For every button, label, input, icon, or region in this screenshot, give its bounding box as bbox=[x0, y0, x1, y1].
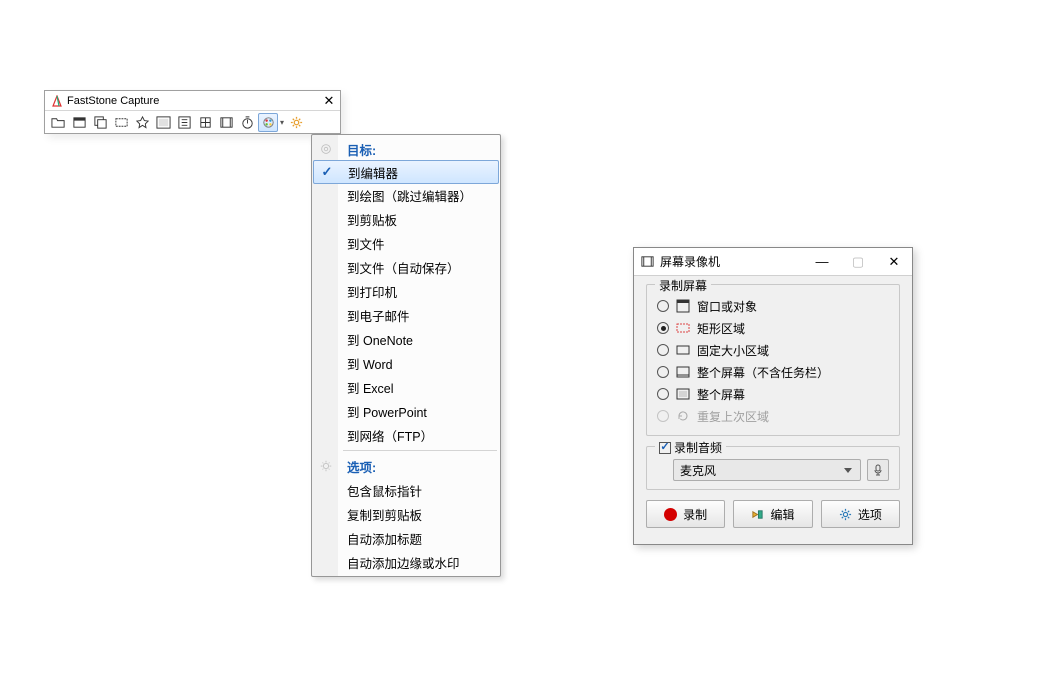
record-icon bbox=[664, 508, 677, 521]
rect-solid-icon bbox=[676, 343, 690, 357]
fullscreen-icon[interactable] bbox=[153, 113, 173, 132]
edit-button[interactable]: 编辑 bbox=[733, 500, 812, 528]
chevron-down-icon: ▾ bbox=[280, 118, 284, 127]
menu-item-file-autosave[interactable]: 到文件（自动保存） bbox=[313, 255, 499, 279]
settings-icon[interactable] bbox=[286, 113, 306, 132]
faststone-titlebar[interactable]: FastStone Capture ✕ bbox=[45, 91, 340, 111]
radio-rec-repeat: 重复上次区域 bbox=[657, 405, 889, 427]
radio-rec-full-notb[interactable]: 整个屏幕（不含任务栏） bbox=[657, 361, 889, 383]
record-button[interactable]: 录制 bbox=[646, 500, 725, 528]
menu-separator bbox=[343, 450, 497, 451]
recorder-title: 屏幕录像机 bbox=[660, 253, 804, 270]
audio-source-select[interactable]: 麦克风 bbox=[673, 459, 861, 481]
filmstrip-icon bbox=[640, 254, 655, 269]
radio-rec-rect[interactable]: 矩形区域 bbox=[657, 317, 889, 339]
menu-item-ftp[interactable]: 到网络（FTP） bbox=[313, 423, 499, 447]
recorder-titlebar[interactable]: 屏幕录像机 — ▢ ✕ bbox=[634, 248, 912, 276]
menu-item-powerpoint[interactable]: 到 PowerPoint bbox=[313, 399, 499, 423]
window-object-icon[interactable] bbox=[90, 113, 110, 132]
radio-rec-window[interactable]: 窗口或对象 bbox=[657, 295, 889, 317]
options-button[interactable]: 选项 bbox=[821, 500, 900, 528]
scrolling-icon[interactable] bbox=[174, 113, 194, 132]
menu-item-onenote[interactable]: 到 OneNote bbox=[313, 327, 499, 351]
rect-dashed-icon bbox=[676, 321, 690, 335]
rect-region-icon[interactable] bbox=[111, 113, 131, 132]
faststone-logo-icon bbox=[51, 95, 63, 107]
menu-item-auto-edge[interactable]: 自动添加边缘或水印 bbox=[313, 550, 499, 574]
edit-icon bbox=[751, 508, 764, 521]
check-icon: ✓ bbox=[322, 164, 333, 180]
timer-icon[interactable] bbox=[237, 113, 257, 132]
audio-settings-button[interactable] bbox=[867, 459, 889, 481]
video-icon[interactable] bbox=[216, 113, 236, 132]
fixed-region-icon[interactable] bbox=[195, 113, 215, 132]
faststone-title: FastStone Capture bbox=[67, 95, 320, 107]
minimize-icon[interactable]: — bbox=[804, 248, 840, 276]
menu-item-editor[interactable]: ✓ 到编辑器 bbox=[313, 160, 499, 184]
radio-rec-full[interactable]: 整个屏幕 bbox=[657, 383, 889, 405]
freehand-icon[interactable] bbox=[132, 113, 152, 132]
recorder-button-row: 录制 编辑 选项 bbox=[646, 500, 900, 528]
fullscreen-notb-icon bbox=[676, 365, 690, 379]
menu-target-header: 目标: bbox=[313, 137, 499, 161]
menu-item-include-cursor[interactable]: 包含鼠标指针 bbox=[313, 478, 499, 502]
fullscreen-icon bbox=[676, 387, 690, 401]
output-dropdown-menu: 目标: ✓ 到编辑器 到绘图（跳过编辑器） 到剪贴板 到文件 到文件（自动保存）… bbox=[311, 134, 501, 577]
menu-item-word[interactable]: 到 Word bbox=[313, 351, 499, 375]
menu-item-printer[interactable]: 到打印机 bbox=[313, 279, 499, 303]
menu-item-email[interactable]: 到电子邮件 bbox=[313, 303, 499, 327]
faststone-window: FastStone Capture ✕ ▾ bbox=[44, 90, 341, 134]
gear-icon bbox=[839, 508, 852, 521]
output-options-icon[interactable]: ▾ bbox=[258, 113, 278, 132]
screen-recorder-window: 屏幕录像机 — ▢ ✕ 录制屏幕 窗口或对象 矩形区域 固定大小区域 bbox=[633, 247, 913, 545]
window-icon bbox=[676, 299, 690, 313]
menu-options-header: 选项: bbox=[313, 454, 499, 478]
gear-icon bbox=[313, 459, 339, 473]
menu-item-file[interactable]: 到文件 bbox=[313, 231, 499, 255]
audio-checkbox[interactable]: ✓ bbox=[659, 442, 671, 454]
repeat-icon bbox=[676, 409, 690, 423]
active-window-icon[interactable] bbox=[69, 113, 89, 132]
target-icon bbox=[313, 142, 339, 156]
record-screen-group: 录制屏幕 窗口或对象 矩形区域 固定大小区域 整个屏幕（不含任务栏） bbox=[646, 284, 900, 436]
close-icon[interactable]: ✕ bbox=[876, 248, 912, 276]
maximize-icon: ▢ bbox=[840, 248, 876, 276]
menu-item-copy-clipboard[interactable]: 复制到剪贴板 bbox=[313, 502, 499, 526]
menu-item-auto-caption[interactable]: 自动添加标题 bbox=[313, 526, 499, 550]
menu-item-clipboard[interactable]: 到剪贴板 bbox=[313, 207, 499, 231]
recorder-body: 录制屏幕 窗口或对象 矩形区域 固定大小区域 整个屏幕（不含任务栏） bbox=[634, 276, 912, 540]
record-screen-label: 录制屏幕 bbox=[655, 277, 711, 294]
faststone-toolbar: ▾ bbox=[45, 111, 340, 133]
menu-item-excel[interactable]: 到 Excel bbox=[313, 375, 499, 399]
radio-rec-fixed[interactable]: 固定大小区域 bbox=[657, 339, 889, 361]
record-audio-label[interactable]: ✓ 录制音频 bbox=[655, 439, 726, 456]
mic-icon bbox=[872, 464, 884, 476]
open-icon[interactable] bbox=[48, 113, 68, 132]
menu-item-paint[interactable]: 到绘图（跳过编辑器） bbox=[313, 183, 499, 207]
close-icon[interactable]: ✕ bbox=[320, 93, 338, 109]
record-audio-group: ✓ 录制音频 麦克风 bbox=[646, 446, 900, 490]
